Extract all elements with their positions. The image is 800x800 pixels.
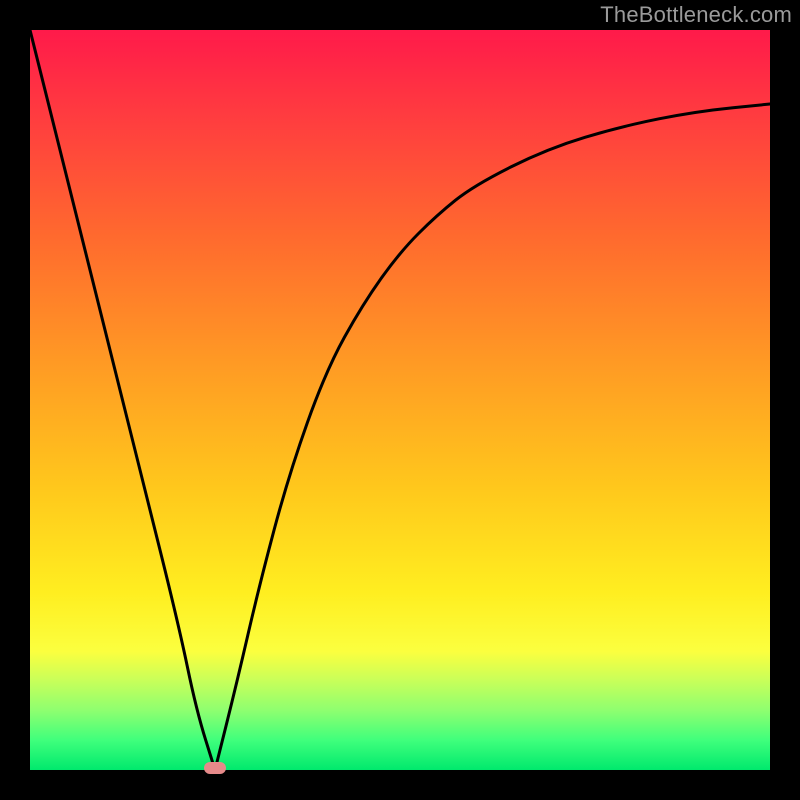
- curve-path: [30, 30, 770, 770]
- optimum-marker: [204, 762, 226, 774]
- plot-area: [30, 30, 770, 770]
- chart-frame: TheBottleneck.com: [0, 0, 800, 800]
- watermark-label: TheBottleneck.com: [600, 2, 792, 28]
- bottleneck-curve: [30, 30, 770, 770]
